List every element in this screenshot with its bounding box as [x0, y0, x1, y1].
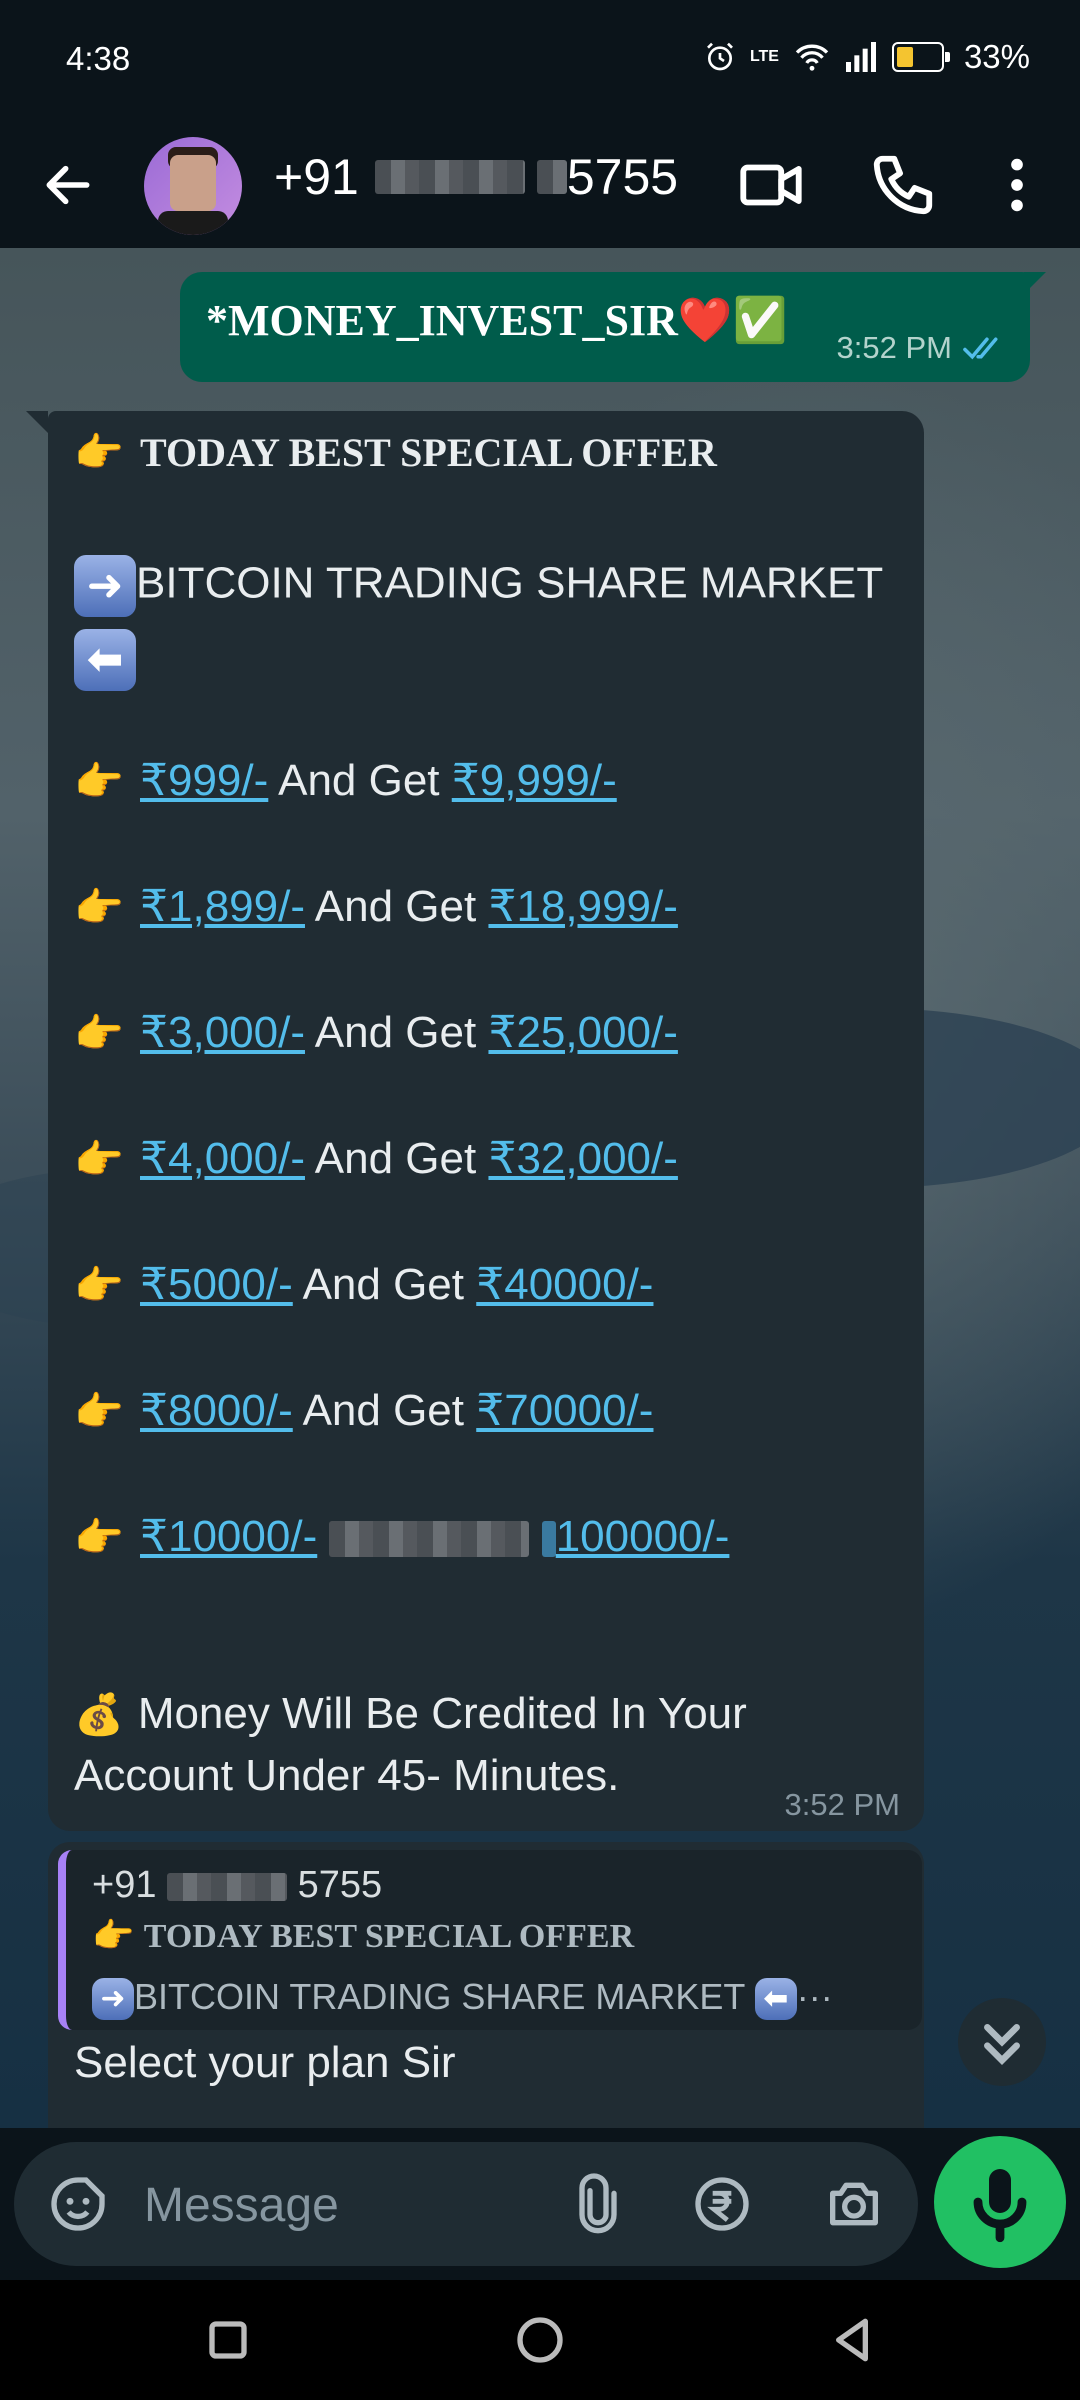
lte-icon: LTE [749, 48, 779, 65]
pointing-hand-icon: 👉 [74, 1516, 124, 1560]
battery-percent: 33% [963, 38, 1030, 75]
pointing-hand-icon: 👉 [74, 1264, 124, 1308]
amount-link[interactable]: ₹5000/- [140, 1260, 293, 1309]
amount-link[interactable]: ₹32,000/- [488, 1134, 677, 1183]
avatar[interactable] [144, 137, 242, 235]
status-icons: LTE 33% [704, 38, 1030, 76]
amount-link[interactable]: ₹18,999/- [488, 882, 677, 931]
offer-footer: Account Under 45- Minutes. [74, 1751, 620, 1800]
offer-row: 👉 ₹3,000/- And Get ₹25,000/- [74, 1008, 678, 1057]
incoming-time: 3:52 PM [784, 1787, 900, 1822]
amount-link[interactable]: 100000/- [556, 1512, 730, 1561]
amount-link[interactable]: ₹25,000/- [488, 1008, 677, 1057]
composer-bar: Message [0, 2128, 1080, 2280]
offer-row: 👉 ₹999/- And Get ₹9,999/- [74, 756, 617, 805]
left-arrow-icon: ⬅ [74, 629, 136, 691]
amount-link[interactable]: ₹8000/- [140, 1386, 293, 1435]
double-check-icon [963, 337, 998, 360]
pointing-hand-icon: 👉 [92, 1917, 135, 1955]
voice-message-button[interactable] [934, 2136, 1066, 2268]
amount-link[interactable]: ₹1,899/- [140, 882, 305, 931]
video-call-icon[interactable] [736, 150, 806, 220]
amount-link[interactable]: ₹999/- [140, 756, 268, 805]
contact-prefix: +91 [274, 149, 359, 205]
outgoing-meta: 3:52 PM [837, 330, 1006, 366]
pointing-hand-icon: 👉 [74, 886, 124, 930]
pointing-hand-icon: 👉 [74, 1138, 124, 1182]
quoted-message[interactable]: +91 5755 👉 TODAY BEST SPECIAL OFFER ➜ BIT… [58, 1850, 922, 2030]
offer-row: 👉 ₹8000/- And Get ₹70000/- [74, 1386, 654, 1435]
amount-link[interactable]: ₹10000/- [140, 1512, 317, 1561]
redacted-number [536, 160, 567, 194]
sticker-icon[interactable] [46, 2172, 110, 2236]
offer-row: 👉 ₹5000/- And Get ₹40000/- [74, 1260, 654, 1309]
offer-row: 👉 ₹10000/- 100000/- [74, 1511, 729, 1562]
rupee-payment-icon[interactable] [690, 2172, 754, 2236]
ellipsis: ··· [796, 1976, 833, 2017]
contact-name[interactable]: +91 5755 [274, 148, 678, 206]
contact-suffix: 5755 [566, 149, 679, 205]
mic-icon [973, 2169, 1027, 2243]
alarm-icon [706, 42, 733, 71]
amount-link[interactable]: ₹3,000/- [140, 1008, 305, 1057]
offer-subhead: ➜ BITCOIN TRADING SHARE MARKET [74, 555, 883, 617]
message-field[interactable]: Message [14, 2142, 918, 2266]
camera-icon[interactable] [822, 2172, 886, 2236]
offer-row: 👉 ₹1,899/- And Get ₹18,999/- [74, 882, 678, 931]
offer-row: 👉 ₹4,000/- And Get ₹32,000/- [74, 1134, 678, 1183]
pointing-hand-icon: 👉 [74, 431, 124, 475]
chat-area[interactable]: *MONEY_INVEST_SIR❤️✅ 3:52 PM 👉 TODAY BEST… [0, 248, 1080, 2128]
status-bar: 4:38 LTE 33% [0, 0, 1080, 124]
scroll-to-bottom-button[interactable] [958, 1998, 1046, 2086]
redacted-number [374, 160, 525, 194]
battery-icon [891, 42, 950, 72]
signal-icon [845, 42, 876, 72]
pointing-hand-icon: 👉 [74, 1390, 124, 1434]
offer-footer: 💰 Money Will Be Credited In Your [74, 1689, 747, 1738]
redacted-text [541, 1521, 556, 1558]
amount-link[interactable]: ₹4,000/- [140, 1134, 305, 1183]
back-arrow-icon[interactable] [40, 157, 96, 213]
redacted-number [167, 1872, 288, 1901]
outgoing-time: 3:52 PM [836, 330, 952, 365]
offer-headline: 👉 TODAY BEST SPECIAL OFFER [74, 430, 717, 475]
wifi-icon [795, 44, 829, 71]
amount-link[interactable]: ₹9,999/- [452, 756, 617, 805]
reply-message[interactable]: +91 5755 👉 TODAY BEST SPECIAL OFFER ➜ BIT… [48, 1842, 924, 2128]
status-time: 4:38 [66, 40, 131, 77]
system-nav-bar [0, 2280, 1080, 2400]
voice-call-icon[interactable] [868, 150, 938, 220]
home-icon[interactable] [508, 2308, 572, 2372]
pointing-hand-icon: 👉 [74, 1012, 124, 1056]
quoted-line-1: 👉 TODAY BEST SPECIAL OFFER [92, 1917, 635, 1955]
recents-icon[interactable] [196, 2308, 260, 2372]
redacted-text [329, 1521, 530, 1558]
offer-subhead-end: ⬅ [74, 629, 136, 691]
right-arrow-icon: ➜ [92, 1978, 134, 2021]
quoted-line-2: ➜ BITCOIN TRADING SHARE MARKET ⬅ ··· [92, 1976, 833, 2021]
right-arrow-icon: ➜ [74, 555, 136, 617]
incoming-message[interactable]: 👉 TODAY BEST SPECIAL OFFER ➜ BITCOIN TRADI… [26, 411, 924, 1831]
amount-link[interactable]: ₹70000/- [476, 1386, 653, 1435]
double-chevron-down-icon [984, 2024, 1020, 2066]
money-bag-icon: 💰 [74, 1693, 124, 1737]
back-nav-icon[interactable] [820, 2308, 884, 2372]
message-input[interactable]: Message [144, 2178, 339, 2233]
heart-check-emoji: ❤️✅ [677, 296, 788, 345]
left-arrow-icon: ⬅ [754, 1978, 797, 2021]
chat-header: +91 5755 [0, 124, 1080, 248]
quoted-sender: +91 5755 [92, 1864, 383, 1906]
outgoing-message[interactable]: *MONEY_INVEST_SIR❤️✅ 3:52 PM [180, 272, 1046, 382]
outgoing-text: *MONEY_INVEST_SIR❤️✅ [206, 296, 788, 345]
reply-text: Select your plan Sir [74, 2038, 456, 2087]
attach-icon[interactable] [566, 2172, 630, 2236]
pointing-hand-icon: 👉 [74, 760, 124, 804]
amount-link[interactable]: ₹40000/- [476, 1260, 653, 1309]
more-vert-icon[interactable] [982, 150, 1052, 220]
